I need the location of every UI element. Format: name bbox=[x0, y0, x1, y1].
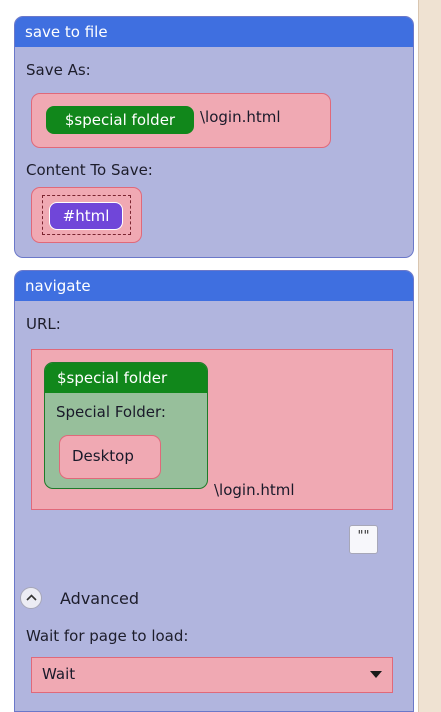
canvas-scroll-gutter bbox=[418, 0, 441, 712]
special-folder-value-field[interactable]: Desktop bbox=[59, 435, 161, 479]
url-field[interactable]: $special folder Special Folder: Desktop … bbox=[31, 349, 393, 510]
content-to-save-label: Content To Save: bbox=[26, 161, 153, 179]
content-to-save-field[interactable]: #html bbox=[31, 187, 142, 243]
save-as-field[interactable]: $special folder \login.html bbox=[31, 93, 331, 148]
html-token[interactable]: #html bbox=[49, 202, 123, 230]
wait-select[interactable]: Wait bbox=[31, 657, 393, 693]
advanced-toggle-button[interactable] bbox=[20, 587, 42, 609]
special-folder-token[interactable]: $special folder bbox=[46, 106, 194, 134]
save-to-file-block[interactable]: save to file Save As: $special folder \l… bbox=[14, 16, 414, 258]
special-folder-card[interactable]: $special folder Special Folder: Desktop bbox=[44, 362, 208, 489]
save-as-label: Save As: bbox=[26, 61, 91, 79]
wait-select-value: Wait bbox=[42, 665, 76, 683]
save-as-suffix: \login.html bbox=[200, 108, 281, 126]
special-folder-card-title[interactable]: $special folder bbox=[45, 363, 207, 393]
url-suffix: \login.html bbox=[214, 481, 295, 499]
advanced-label[interactable]: Advanced bbox=[60, 589, 139, 608]
save-to-file-header[interactable]: save to file bbox=[15, 17, 413, 47]
dropdown-arrow-icon bbox=[370, 671, 382, 678]
special-folder-field-label: Special Folder: bbox=[56, 403, 166, 421]
special-folder-value: Desktop bbox=[72, 447, 134, 465]
chevron-up-icon bbox=[26, 594, 37, 601]
navigate-block[interactable]: navigate URL: $special folder Special Fo… bbox=[14, 270, 414, 712]
url-label: URL: bbox=[26, 315, 61, 333]
wait-for-page-label: Wait for page to load: bbox=[26, 627, 189, 645]
navigate-header[interactable]: navigate bbox=[15, 271, 413, 301]
ellipsis-button[interactable]: "" bbox=[349, 525, 378, 554]
